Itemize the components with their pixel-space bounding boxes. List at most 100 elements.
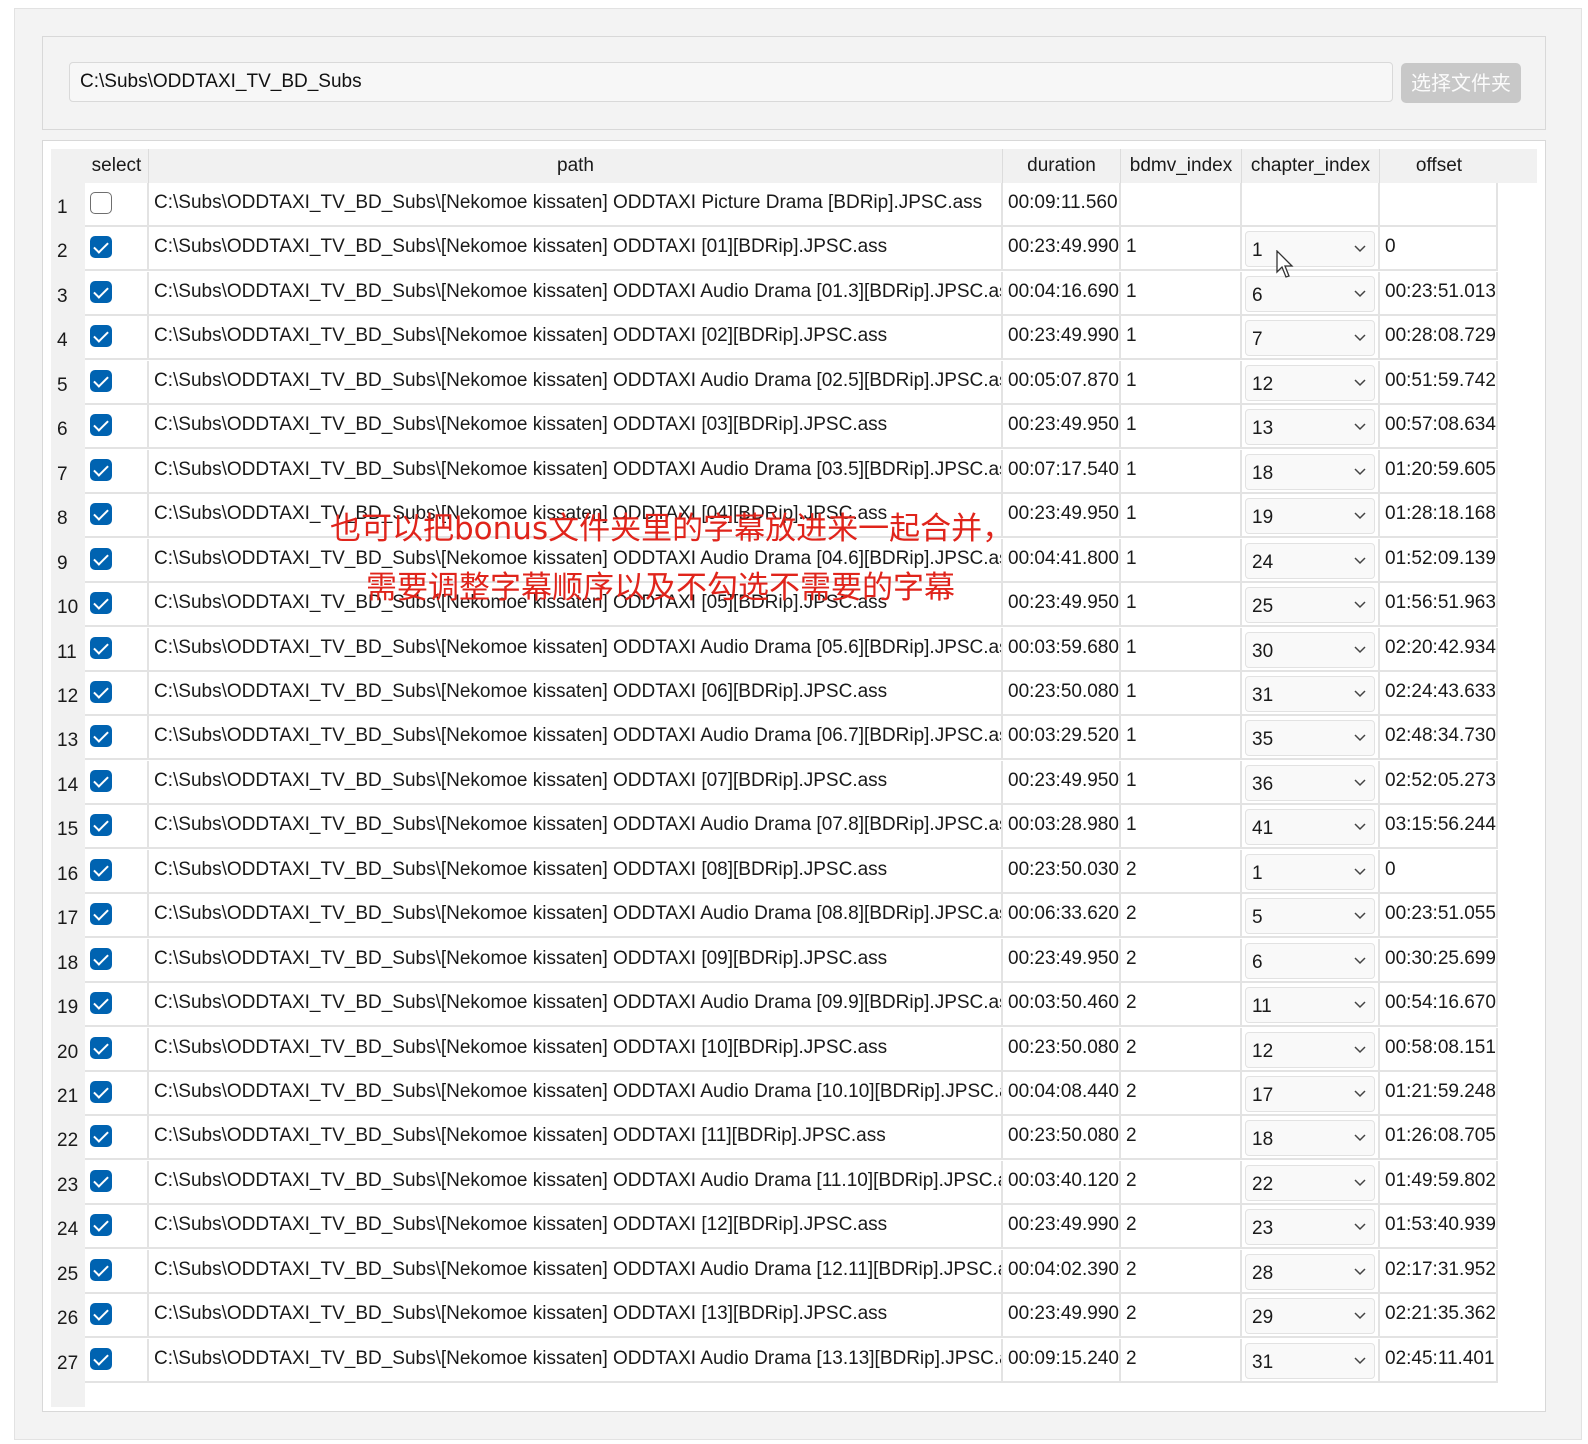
offset-cell[interactable]: 02:17:31.952: [1380, 1249, 1498, 1294]
path-cell[interactable]: C:\Subs\ODDTAXI_TV_BD_Subs\[Nekomoe kiss…: [149, 1072, 1003, 1116]
path-cell[interactable]: C:\Subs\ODDTAXI_TV_BD_Subs\[Nekomoe kiss…: [149, 1294, 1003, 1339]
duration-cell[interactable]: 00:05:07.870: [1003, 360, 1121, 405]
chapter-index-dropdown[interactable]: 22: [1245, 1164, 1375, 1201]
duration-cell[interactable]: 00:04:16.690: [1003, 271, 1121, 316]
offset-cell[interactable]: 00:51:59.742: [1380, 360, 1498, 405]
offset-cell[interactable]: 01:21:59.248: [1380, 1072, 1498, 1116]
row-number[interactable]: 24: [51, 1205, 85, 1249]
select-checkbox[interactable]: [90, 503, 112, 526]
row-number[interactable]: 2: [51, 227, 85, 271]
row-number[interactable]: 3: [51, 272, 85, 316]
row-number[interactable]: 17: [51, 894, 85, 938]
bdmv-index-cell[interactable]: 1: [1121, 227, 1242, 272]
path-cell[interactable]: C:\Subs\ODDTAXI_TV_BD_Subs\[Nekomoe kiss…: [149, 227, 1003, 272]
offset-cell[interactable]: 01:49:59.802: [1380, 1160, 1498, 1205]
duration-cell[interactable]: 00:23:49.950: [1003, 583, 1121, 628]
bdmv-index-cell[interactable]: 1: [1121, 627, 1242, 672]
chapter-index-dropdown[interactable]: 13: [1245, 409, 1375, 446]
chapter-index-dropdown[interactable]: 28: [1245, 1253, 1375, 1290]
path-cell[interactable]: C:\Subs\ODDTAXI_TV_BD_Subs\[Nekomoe kiss…: [149, 671, 1003, 716]
chapter-index-dropdown[interactable]: 12: [1245, 1031, 1375, 1068]
chapter-index-dropdown[interactable]: 17: [1245, 1076, 1375, 1112]
offset-cell[interactable]: 00:23:51.013: [1380, 271, 1498, 316]
offset-cell[interactable]: 00:23:51.055: [1380, 894, 1498, 939]
chapter-index-dropdown[interactable]: 31: [1245, 1342, 1375, 1379]
offset-cell[interactable]: 02:24:43.633: [1380, 671, 1498, 716]
duration-cell[interactable]: 00:23:50.080: [1003, 671, 1121, 716]
offset-cell[interactable]: 02:20:42.934: [1380, 627, 1498, 672]
row-number[interactable]: 21: [51, 1072, 85, 1116]
bdmv-index-cell[interactable]: 1: [1121, 360, 1242, 405]
chapter-index-dropdown[interactable]: 12: [1245, 364, 1375, 401]
offset-cell[interactable]: [1380, 183, 1498, 227]
bdmv-index-cell[interactable]: 2: [1121, 1160, 1242, 1205]
chapter-index-dropdown[interactable]: 31: [1245, 675, 1375, 712]
duration-cell[interactable]: 00:23:49.950: [1003, 760, 1121, 805]
path-cell[interactable]: C:\Subs\ODDTAXI_TV_BD_Subs\[Nekomoe kiss…: [149, 716, 1003, 761]
path-cell[interactable]: C:\Subs\ODDTAXI_TV_BD_Subs\[Nekomoe kiss…: [149, 271, 1003, 316]
header-bdmv-index[interactable]: bdmv_index: [1121, 149, 1242, 183]
duration-cell[interactable]: 00:23:49.950: [1003, 405, 1121, 450]
offset-cell[interactable]: 0: [1380, 227, 1498, 272]
row-number[interactable]: 23: [51, 1161, 85, 1205]
duration-cell[interactable]: 00:09:11.560: [1003, 183, 1121, 227]
chapter-index-dropdown[interactable]: 41: [1245, 809, 1375, 846]
bdmv-index-cell[interactable]: 1: [1121, 716, 1242, 761]
offset-cell[interactable]: 01:52:09.139: [1380, 538, 1498, 583]
bdmv-index-cell[interactable]: 1: [1121, 538, 1242, 583]
offset-cell[interactable]: 00:28:08.729: [1380, 316, 1498, 361]
select-checkbox[interactable]: [90, 192, 112, 214]
bdmv-index-cell[interactable]: 2: [1121, 1027, 1242, 1072]
bdmv-index-cell[interactable]: 2: [1121, 983, 1242, 1028]
offset-cell[interactable]: 00:58:08.151: [1380, 1027, 1498, 1072]
path-cell[interactable]: C:\Subs\ODDTAXI_TV_BD_Subs\[Nekomoe kiss…: [149, 316, 1003, 361]
select-checkbox[interactable]: [90, 1125, 112, 1148]
offset-cell[interactable]: 0: [1380, 849, 1498, 894]
chapter-index-dropdown[interactable]: 7: [1245, 320, 1375, 357]
select-checkbox[interactable]: [90, 547, 112, 570]
bdmv-index-cell[interactable]: 2: [1121, 1294, 1242, 1339]
bdmv-index-cell[interactable]: 1: [1121, 805, 1242, 850]
duration-cell[interactable]: 00:03:50.460: [1003, 983, 1121, 1028]
header-select[interactable]: select: [85, 149, 149, 183]
chapter-index-dropdown[interactable]: 24: [1245, 542, 1375, 579]
select-checkbox[interactable]: [90, 680, 112, 703]
offset-cell[interactable]: 02:48:34.730: [1380, 716, 1498, 761]
select-checkbox[interactable]: [90, 947, 112, 970]
path-cell[interactable]: C:\Subs\ODDTAXI_TV_BD_Subs\[Nekomoe kiss…: [149, 627, 1003, 672]
header-chapter-index[interactable]: chapter_index: [1242, 149, 1380, 183]
path-cell[interactable]: C:\Subs\ODDTAXI_TV_BD_Subs\[Nekomoe kiss…: [149, 760, 1003, 805]
chapter-index-dropdown[interactable]: 1: [1245, 853, 1375, 890]
path-cell[interactable]: C:\Subs\ODDTAXI_TV_BD_Subs\[Nekomoe kiss…: [149, 183, 1003, 227]
path-cell[interactable]: C:\Subs\ODDTAXI_TV_BD_Subs\[Nekomoe kiss…: [149, 805, 1003, 850]
chapter-index-dropdown[interactable]: 6: [1245, 275, 1375, 312]
path-cell[interactable]: C:\Subs\ODDTAXI_TV_BD_Subs\[Nekomoe kiss…: [149, 938, 1003, 983]
select-checkbox[interactable]: [90, 280, 112, 303]
offset-cell[interactable]: 00:54:16.670: [1380, 983, 1498, 1028]
path-cell[interactable]: C:\Subs\ODDTAXI_TV_BD_Subs\[Nekomoe kiss…: [149, 538, 1003, 583]
offset-cell[interactable]: 00:30:25.699: [1380, 938, 1498, 983]
offset-cell[interactable]: 01:53:40.939: [1380, 1205, 1498, 1250]
row-number[interactable]: 1: [51, 183, 85, 227]
row-number[interactable]: 9: [51, 539, 85, 583]
row-number[interactable]: 7: [51, 450, 85, 494]
bdmv-index-cell[interactable]: 1: [1121, 316, 1242, 361]
path-cell[interactable]: C:\Subs\ODDTAXI_TV_BD_Subs\[Nekomoe kiss…: [149, 983, 1003, 1028]
row-number[interactable]: 15: [51, 805, 85, 849]
chapter-index-dropdown[interactable]: 11: [1245, 987, 1375, 1024]
row-number[interactable]: 12: [51, 672, 85, 716]
bdmv-index-cell[interactable]: 1: [1121, 405, 1242, 450]
offset-cell[interactable]: 01:26:08.705: [1380, 1116, 1498, 1161]
offset-cell[interactable]: 03:15:56.244: [1380, 805, 1498, 850]
select-checkbox[interactable]: [90, 1169, 112, 1192]
duration-cell[interactable]: 00:04:08.440: [1003, 1072, 1121, 1116]
select-checkbox[interactable]: [90, 592, 112, 615]
chapter-index-dropdown[interactable]: 5: [1245, 898, 1375, 935]
bdmv-index-cell[interactable]: 2: [1121, 1205, 1242, 1250]
path-cell[interactable]: C:\Subs\ODDTAXI_TV_BD_Subs\[Nekomoe kiss…: [149, 360, 1003, 405]
select-checkbox[interactable]: [90, 369, 112, 392]
select-checkbox[interactable]: [90, 458, 112, 481]
offset-cell[interactable]: 02:52:05.273: [1380, 760, 1498, 805]
select-checkbox[interactable]: [90, 414, 112, 437]
duration-cell[interactable]: 00:23:50.080: [1003, 1027, 1121, 1072]
